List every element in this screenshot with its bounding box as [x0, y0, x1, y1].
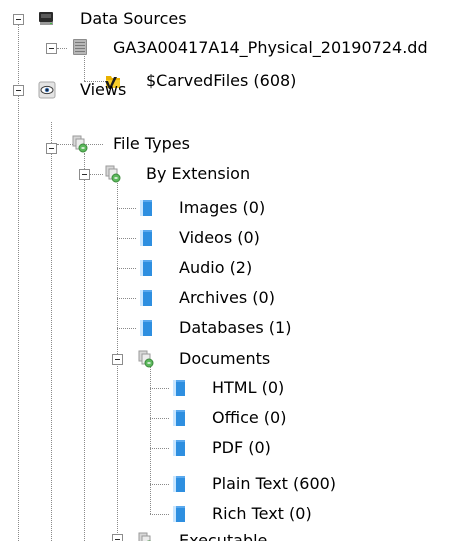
tree-line [150, 363, 151, 514]
tree-line [51, 122, 52, 145]
file-category-icon [137, 289, 155, 307]
tree-line [117, 298, 136, 299]
tree-node-label: HTML (0) [212, 378, 285, 397]
collapse-toggle-data-sources[interactable] [13, 14, 24, 25]
file-category-icon [170, 505, 188, 523]
tree-line [150, 484, 169, 485]
tree-line [150, 388, 169, 389]
tree-line [84, 153, 85, 169]
tree-line [117, 328, 136, 329]
tree-line [150, 418, 169, 419]
disk-drive-icon [38, 9, 56, 27]
collapse-toggle-file-types[interactable] [46, 143, 57, 154]
tree-node-label: Documents [179, 349, 271, 368]
expand-toggle-partial[interactable] [112, 534, 123, 541]
tree-node-label: Databases (1) [179, 318, 292, 337]
tree-node-label: Data Sources [80, 9, 187, 28]
tree-line [150, 514, 169, 515]
tree-line [18, 95, 19, 541]
tree-line [57, 48, 67, 49]
tree-line [18, 24, 19, 86]
tree-line [117, 268, 136, 269]
file-category-icon [137, 229, 155, 247]
tree-line [90, 174, 103, 175]
tree-node-label: $CarvedFiles (608) [146, 71, 297, 90]
tree-node-label: Office (0) [212, 408, 287, 427]
tree-node-label: Videos (0) [179, 228, 260, 247]
file-category-icon [170, 409, 188, 427]
tree-node-label: PDF (0) [212, 438, 271, 457]
file-category-icon [137, 259, 155, 277]
tree-line [84, 53, 85, 81]
directory-tree: Data Sources GA3A00417A14_Physical_20190… [0, 0, 475, 541]
collapse-toggle-documents[interactable] [112, 354, 123, 365]
tree-line [117, 208, 136, 209]
tree-node-label: Views [80, 80, 127, 99]
collapse-toggle-views[interactable] [13, 85, 24, 96]
disk-image-icon [71, 38, 89, 56]
tree-line [51, 153, 52, 541]
tree-node-label: Images (0) [179, 198, 266, 217]
tree-line [117, 238, 136, 239]
tree-node-label: Audio (2) [179, 258, 253, 277]
tree-line [117, 363, 118, 541]
tree-node-label: File Types [113, 134, 190, 153]
tree-node-label: Archives (0) [179, 288, 275, 307]
file-category-icon [170, 475, 188, 493]
file-type-group-icon [104, 165, 122, 183]
tree-node-label: By Extension [146, 164, 251, 183]
file-category-icon [137, 199, 155, 217]
eye-icon [38, 81, 56, 99]
tree-node-label: Executable [179, 531, 268, 541]
file-category-icon [170, 439, 188, 457]
file-category-icon [170, 379, 188, 397]
tree-node-label: GA3A00417A14_Physical_20190724.dd [113, 38, 428, 57]
collapse-toggle-disk-image[interactable] [46, 43, 57, 54]
collapse-toggle-by-extension[interactable] [79, 169, 90, 180]
file-type-group-icon [137, 532, 155, 541]
file-type-group-icon [71, 135, 89, 153]
tree-node-label: Rich Text (0) [212, 504, 312, 523]
file-category-icon [137, 319, 155, 337]
file-type-group-icon [137, 350, 155, 368]
tree-line [150, 448, 169, 449]
tree-line [84, 178, 85, 541]
tree-node-label: Plain Text (600) [212, 474, 337, 493]
